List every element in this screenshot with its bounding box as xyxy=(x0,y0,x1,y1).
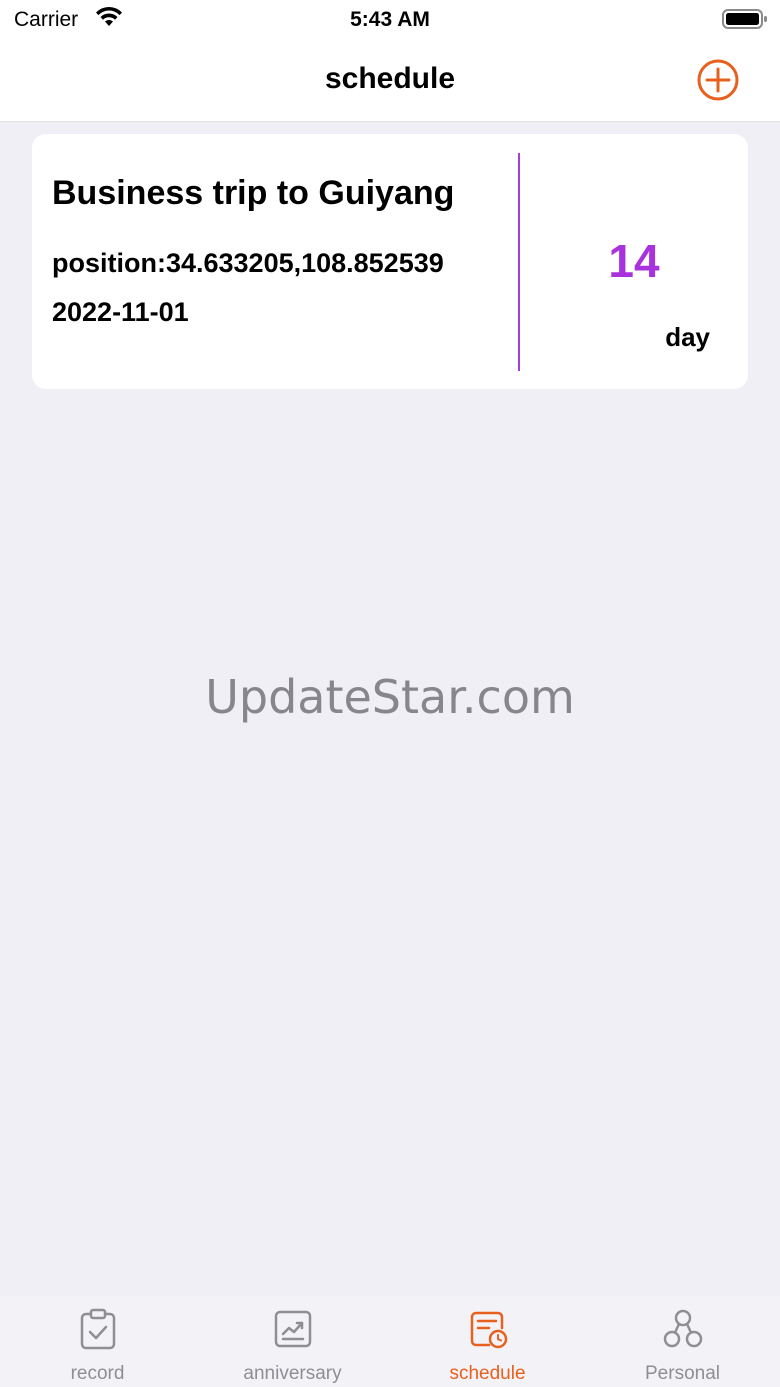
status-time: 5:43 AM xyxy=(350,8,430,31)
battery-icon xyxy=(722,9,767,29)
schedule-title: Business trip to Guiyang xyxy=(52,174,455,212)
tab-anniversary[interactable]: anniversary xyxy=(195,1296,390,1387)
schedule-day-unit: day xyxy=(665,322,710,352)
tab-label-schedule: schedule xyxy=(449,1363,526,1384)
tab-record[interactable]: record xyxy=(0,1296,195,1387)
tab-schedule[interactable]: schedule xyxy=(390,1296,585,1387)
calendar-clock-icon xyxy=(470,1311,508,1349)
plus-circle-icon xyxy=(697,59,739,101)
status-bar: Carrier 5:43 AM xyxy=(0,0,780,44)
clipboard-check-icon xyxy=(80,1308,116,1350)
page-title: schedule xyxy=(324,62,456,95)
schedule-position: position:34.633205,108.852539 xyxy=(52,248,444,278)
navigation-bar: schedule xyxy=(0,44,780,122)
tab-label-record: record xyxy=(70,1363,125,1384)
schedule-day-count: 14 xyxy=(608,235,660,287)
schedule-card[interactable]: Business trip to Guiyang position:34.633… xyxy=(32,134,748,389)
chart-trend-icon xyxy=(274,1310,312,1348)
tab-label-personal: Personal xyxy=(645,1363,720,1384)
schedule-date: 2022-11-01 xyxy=(52,297,189,327)
tab-bar: record anniversary schedule Personal xyxy=(0,1296,780,1387)
add-schedule-button[interactable] xyxy=(694,56,742,104)
nodes-icon xyxy=(663,1309,703,1348)
watermark: UpdateStar.com xyxy=(205,670,575,724)
tab-personal[interactable]: Personal xyxy=(585,1296,780,1387)
tab-label-anniversary: anniversary xyxy=(243,1363,342,1384)
